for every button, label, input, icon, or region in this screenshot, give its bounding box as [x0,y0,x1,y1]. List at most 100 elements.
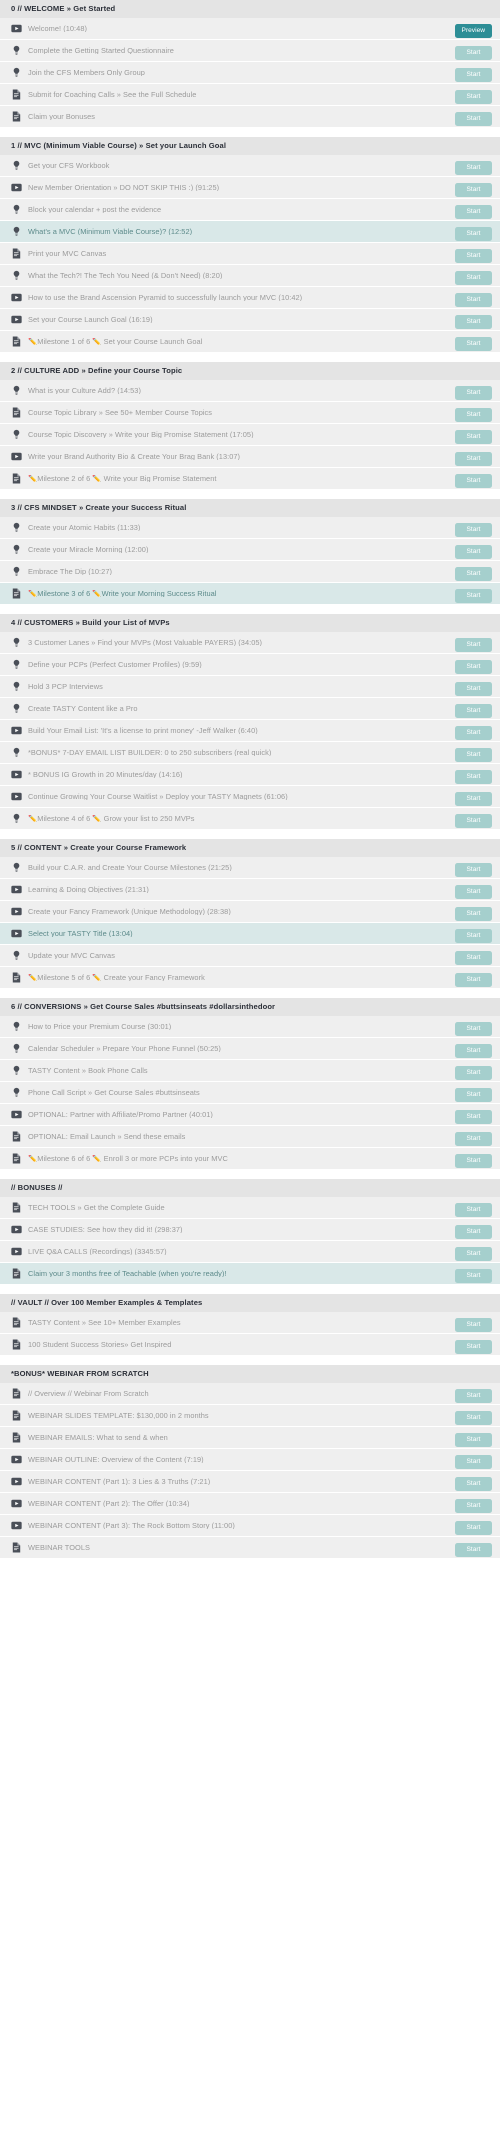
lecture-row[interactable]: Define your PCPs (Perfect Customer Profi… [0,654,500,676]
start-button[interactable]: Start [455,638,492,653]
lecture-row[interactable]: Write your Brand Authority Bio & Create … [0,446,500,468]
lecture-row[interactable]: How to Price your Premium Course (30:01)… [0,1016,500,1038]
lecture-row[interactable]: WEBINAR CONTENT (Part 1): 3 Lies & 3 Tru… [0,1471,500,1493]
start-button[interactable]: Start [455,112,492,127]
lecture-row[interactable]: // Overview // Webinar From Scratch Start [0,1383,500,1405]
lecture-row[interactable]: Welcome! (10:48) Preview [0,18,500,40]
lecture-row[interactable]: Complete the Getting Started Questionnai… [0,40,500,62]
start-button[interactable]: Start [455,1110,492,1125]
start-button[interactable]: Start [455,408,492,423]
start-button[interactable]: Start [455,1132,492,1147]
start-button[interactable]: Start [455,227,492,242]
lecture-row[interactable]: TASTY Content » See 10+ Member Examples S… [0,1312,500,1334]
start-button[interactable]: Start [455,183,492,198]
start-button[interactable]: Start [455,929,492,944]
start-button[interactable]: Start [455,452,492,467]
start-button[interactable]: Start [455,567,492,582]
start-button[interactable]: Start [455,1247,492,1262]
start-button[interactable]: Start [455,792,492,807]
lecture-row[interactable]: ✏️Milestone 3 of 6 ✏️Write your Morning … [0,583,500,605]
lecture-row[interactable]: WEBINAR CONTENT (Part 3): The Rock Botto… [0,1515,500,1537]
start-button[interactable]: Start [455,315,492,330]
lecture-row[interactable]: Build Your Email List: 'It's a license t… [0,720,500,742]
lecture-row[interactable]: Create TASTY Content like a Pro Start [0,698,500,720]
start-button[interactable]: Start [455,161,492,176]
lecture-row[interactable]: ✏️Milestone 2 of 6 ✏️ Write your Big Pro… [0,468,500,490]
lecture-row[interactable]: ✏️Milestone 1 of 6 ✏️ Set your Course La… [0,331,500,353]
start-button[interactable]: Start [455,1433,492,1448]
lecture-row[interactable]: CASE STUDIES: See how they did it! (298:… [0,1219,500,1241]
lecture-row[interactable]: Claim your 3 months free of Teachable (w… [0,1263,500,1285]
lecture-row[interactable]: LIVE Q&A CALLS (Recordings) (3345:57) Sta… [0,1241,500,1263]
lecture-row[interactable]: Claim your Bonuses Start [0,106,500,128]
start-button[interactable]: Start [455,660,492,675]
start-button[interactable]: Start [455,1022,492,1037]
lecture-row[interactable]: Continue Growing Your Course Waitlist » … [0,786,500,808]
lecture-row[interactable]: Update your MVC Canvas Start [0,945,500,967]
start-button[interactable]: Start [455,704,492,719]
start-button[interactable]: Start [455,1389,492,1404]
lecture-row[interactable]: What is your Culture Add? (14:53) Start [0,380,500,402]
start-button[interactable]: Start [455,1499,492,1514]
start-button[interactable]: Start [455,863,492,878]
start-button[interactable]: Start [455,46,492,61]
start-button[interactable]: Start [455,589,492,604]
start-button[interactable]: Start [455,1066,492,1081]
start-button[interactable]: Start [455,973,492,988]
start-button[interactable]: Start [455,1543,492,1558]
lecture-row[interactable]: How to use the Brand Ascension Pyramid t… [0,287,500,309]
start-button[interactable]: Start [455,337,492,352]
lecture-row[interactable]: Create your Atomic Habits (11:33) Start [0,517,500,539]
lecture-row[interactable]: Learning & Doing Objectives (21:31) Start [0,879,500,901]
start-button[interactable]: Start [455,885,492,900]
start-button[interactable]: Start [455,90,492,105]
start-button[interactable]: Start [455,293,492,308]
lecture-row[interactable]: OPTIONAL: Partner with Affiliate/Promo P… [0,1104,500,1126]
lecture-row[interactable]: ✏️Milestone 4 of 6 ✏️ Grow your list to … [0,808,500,830]
start-button[interactable]: Start [455,1225,492,1240]
lecture-row[interactable]: Create your Miracle Morning (12:00) Start [0,539,500,561]
start-button[interactable]: Start [455,1521,492,1536]
lecture-row[interactable]: Hold 3 PCP Interviews Start [0,676,500,698]
lecture-row[interactable]: Select your TASTY Title (13:04) Start [0,923,500,945]
lecture-row[interactable]: TASTY Content » Book Phone Calls Start [0,1060,500,1082]
lecture-row[interactable]: Build your C.A.R. and Create Your Course… [0,857,500,879]
start-button[interactable]: Start [455,430,492,445]
lecture-row[interactable]: WEBINAR EMAILS: What to send & when Start [0,1427,500,1449]
lecture-row[interactable]: Create your Fancy Framework (Unique Meth… [0,901,500,923]
start-button[interactable]: Start [455,951,492,966]
start-button[interactable]: Start [455,814,492,829]
start-button[interactable]: Start [455,523,492,538]
start-button[interactable]: Start [455,249,492,264]
lecture-row[interactable]: New Member Orientation » DO NOT SKIP THI… [0,177,500,199]
start-button[interactable]: Start [455,1477,492,1492]
lecture-row[interactable]: 100 Student Success Stories» Get Inspire… [0,1334,500,1356]
lecture-row[interactable]: WEBINAR SLIDES TEMPLATE: $130,000 in 2 m… [0,1405,500,1427]
start-button[interactable]: Start [455,1411,492,1426]
lecture-row[interactable]: WEBINAR TOOLS Start [0,1537,500,1559]
lecture-row[interactable]: ✏️Milestone 5 of 6 ✏️ Create your Fancy … [0,967,500,989]
lecture-row[interactable]: What the Tech?! The Tech You Need (& Don… [0,265,500,287]
start-button[interactable]: Start [455,271,492,286]
lecture-row[interactable]: Embrace The Dip (10:27) Start [0,561,500,583]
start-button[interactable]: Start [455,748,492,763]
start-button[interactable]: Start [455,1203,492,1218]
start-button[interactable]: Start [455,1154,492,1169]
lecture-row[interactable]: Get your CFS Workbook Start [0,155,500,177]
lecture-row[interactable]: ✏️Milestone 6 of 6 ✏️ Enroll 3 or more P… [0,1148,500,1170]
start-button[interactable]: Start [455,726,492,741]
lecture-row[interactable]: Join the CFS Members Only Group Start [0,62,500,84]
lecture-row[interactable]: Submit for Coaching Calls » See the Full… [0,84,500,106]
lecture-row[interactable]: Course Topic Discovery » Write your Big … [0,424,500,446]
lecture-row[interactable]: Set your Course Launch Goal (16:19) Start [0,309,500,331]
preview-button[interactable]: Preview [454,24,492,39]
start-button[interactable]: Start [455,1340,492,1355]
lecture-row[interactable]: OPTIONAL: Email Launch » Send these emai… [0,1126,500,1148]
lecture-row[interactable]: TECH TOOLS » Get the Complete Guide Start [0,1197,500,1219]
start-button[interactable]: Start [455,386,492,401]
start-button[interactable]: Start [455,1269,492,1284]
lecture-row[interactable]: 3 Customer Lanes » Find your MVPs (Most … [0,632,500,654]
lecture-row[interactable]: Course Topic Library » See 50+ Member Co… [0,402,500,424]
lecture-row[interactable]: WEBINAR CONTENT (Part 2): The Offer (10:… [0,1493,500,1515]
start-button[interactable]: Start [455,545,492,560]
